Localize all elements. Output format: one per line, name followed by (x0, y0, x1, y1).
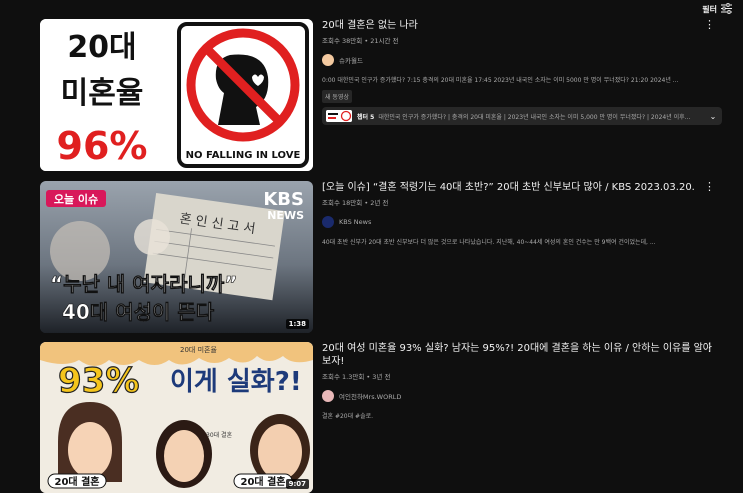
video-description: 결혼 #20대 #솔로. (322, 413, 374, 420)
thumb-small2: 30대 결혼 (206, 431, 233, 439)
channel-row[interactable]: 여인천하Mrs.WORLD (322, 390, 717, 402)
more-options-icon[interactable]: ⋮ (704, 342, 715, 353)
new-video-badge: 새 동영상 (322, 90, 352, 103)
chapters-list: 대한민국 인구가 증가했다? | 충격의 20대 미혼율 | 2023년 내국인… (378, 113, 691, 121)
channel-row[interactable]: 슈카월드 (322, 54, 717, 66)
thumbnail-image: 93% 이게 실화?! 20대 미혼율 30대 결혼 20대 결혼 20대 결혼 (40, 342, 313, 493)
channel-name[interactable]: KBS News (339, 218, 371, 226)
upload-age: 3년 전 (372, 373, 391, 381)
video-meta: [오늘 이슈] “결혼 적령기는 40대 초반?” 20대 초반 신부보다 많아… (322, 181, 717, 246)
chapters-label: 챕터 5 (357, 113, 375, 121)
video-result[interactable]: 20대 미혼율 96% NO FALLING IN LOVE 20대 결혼은 없… (40, 19, 730, 171)
thumb-quote: “누난 내 여자라니까” (50, 272, 237, 296)
video-thumbnail[interactable]: 93% 이게 실화?! 20대 미혼율 30대 결혼 20대 결혼 20대 결혼… (40, 342, 313, 493)
video-title[interactable]: 20대 여성 미혼율 93% 실화? 남자는 95%?! 20대에 결혼을 하는… (322, 342, 717, 368)
more-options-icon[interactable]: ⋮ (704, 181, 715, 192)
video-stats: 조회수 38만회 • 21시간 전 (322, 37, 399, 45)
channel-row[interactable]: KBS News (322, 216, 717, 228)
view-count: 조회수 38만회 (322, 37, 363, 45)
thumb-caption: 40대 여성이 뜬다 (62, 300, 215, 324)
thumb-sign: NO FALLING IN LOVE (186, 150, 301, 161)
thumb-line3: 96% (57, 124, 148, 168)
channel-avatar[interactable] (322, 54, 334, 66)
results-header: 필터 (0, 0, 743, 18)
more-options-icon[interactable]: ⋮ (704, 19, 715, 30)
thumbnail-image: 20대 미혼율 96% NO FALLING IN LOVE (40, 19, 313, 171)
thumb-line2: 미혼율 (61, 76, 144, 111)
channel-avatar[interactable] (322, 390, 334, 402)
view-count: 조회수 1.3만회 (322, 373, 365, 381)
chapter-thumbnail (326, 110, 352, 122)
thumb-tag1: 20대 결혼 (55, 475, 100, 488)
video-description: 40대 초반 신부가 20대 초반 신부보다 더 많은 것으로 나타났습니다. … (322, 239, 656, 246)
video-thumbnail[interactable]: 혼 인 신 고 서 오늘 이슈 KBS NEWS “누난 내 여자라니까” 40… (40, 181, 313, 333)
thumb-small1: 20대 미혼율 (180, 345, 217, 354)
sliders-icon[interactable] (721, 3, 732, 14)
upload-age: 21시간 전 (370, 37, 399, 45)
video-thumbnail[interactable]: 20대 미혼율 96% NO FALLING IN LOVE (40, 19, 313, 171)
thumb-line1: 20대 (67, 30, 136, 65)
chevron-down-icon[interactable]: ⌄ (708, 112, 718, 121)
video-stats: 조회수 1.3만회 • 3년 전 (322, 373, 391, 381)
channel-name[interactable]: 여인천하Mrs.WORLD (339, 391, 401, 401)
thumbnail-image: 혼 인 신 고 서 오늘 이슈 KBS NEWS “누난 내 여자라니까” 40… (40, 181, 313, 333)
video-title[interactable]: [오늘 이슈] “결혼 적령기는 40대 초반?” 20대 초반 신부보다 많아… (322, 181, 717, 194)
thumb-tag2: 20대 결혼 (241, 475, 286, 488)
channel-avatar[interactable] (322, 216, 334, 228)
channel-name[interactable]: 슈카월드 (339, 55, 363, 65)
view-count: 조회수 18만회 (322, 199, 363, 207)
thumb-logo1: KBS (263, 189, 304, 210)
chapters-bar[interactable]: 챕터 5 대한민국 인구가 증가했다? | 충격의 20대 미혼율 | 2023… (322, 107, 722, 125)
video-meta: 20대 여성 미혼율 93% 실화? 남자는 95%?! 20대에 결혼을 하는… (322, 342, 717, 420)
video-result[interactable]: 93% 이게 실화?! 20대 미혼율 30대 결혼 20대 결혼 20대 결혼… (40, 342, 730, 493)
video-duration: 9:07 (285, 479, 309, 489)
video-result[interactable]: 혼 인 신 고 서 오늘 이슈 KBS NEWS “누난 내 여자라니까” 40… (40, 181, 730, 333)
upload-age: 2년 전 (370, 199, 389, 207)
video-description: 0:00 대한민국 인구가 증가했다? 7:15 충격의 20대 미혼율 17:… (322, 77, 679, 84)
video-title[interactable]: 20대 결혼은 없는 나라 (322, 19, 717, 32)
video-meta: 20대 결혼은 없는 나라 조회수 38만회 • 21시간 전 슈카월드 0:0… (322, 19, 717, 103)
thumb-tag: 오늘 이슈 (54, 192, 98, 206)
video-duration: 1:38 (285, 319, 309, 329)
thumb-rest: 이게 실화?! (170, 367, 302, 397)
thumb-logo2: NEWS (267, 209, 304, 222)
thumb-big: 93% (58, 361, 139, 401)
video-stats: 조회수 18만회 • 2년 전 (322, 199, 389, 207)
filter-button[interactable]: 필터 (702, 4, 717, 15)
